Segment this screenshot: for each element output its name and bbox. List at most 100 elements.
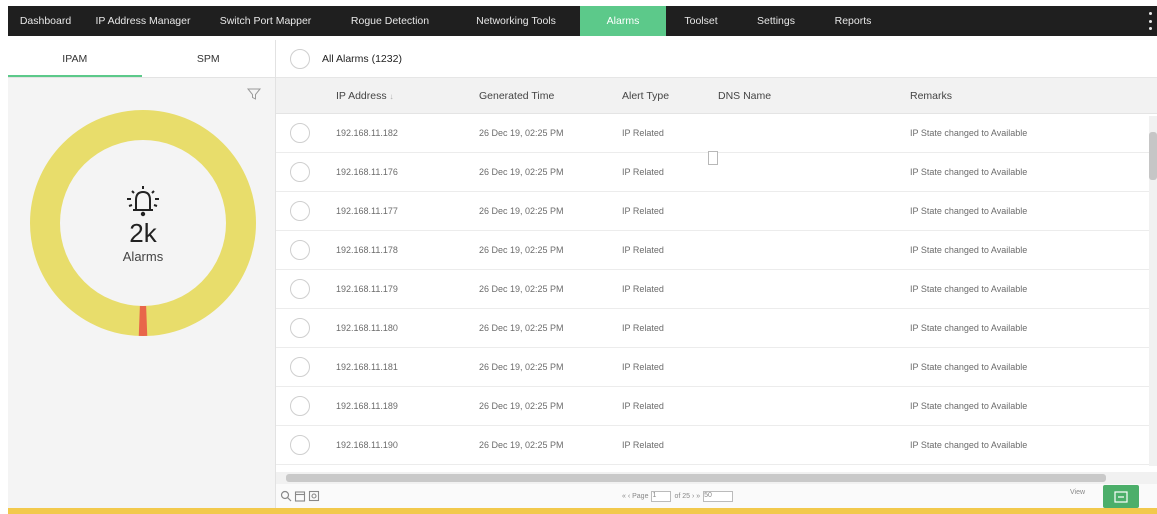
cell-alert-type: IP Related <box>622 323 664 333</box>
page-size-select[interactable]: 50 <box>703 490 734 502</box>
col-generated-time[interactable]: Generated Time <box>479 78 554 114</box>
donut-center: 2k Alarms <box>30 110 256 336</box>
table-row[interactable]: 192.168.11.177 26 Dec 19, 02:25 PM IP Rela… <box>276 192 1157 231</box>
table-row[interactable]: 192.168.11.179 26 Dec 19, 02:25 PM IP Rela… <box>276 270 1157 309</box>
table-footer: « ‹ Page 1 of 25 › » 50 View <box>276 484 1157 508</box>
cell-ip-address: 192.168.11.177 <box>336 206 398 216</box>
calendar-icon[interactable] <box>294 490 306 502</box>
row-select-radio[interactable] <box>290 318 310 338</box>
table-title-bar: All Alarms (1232) <box>276 40 1157 78</box>
nav-rogue-detection[interactable]: Rogue Detection <box>328 6 452 36</box>
vertical-scroll-thumb[interactable] <box>1149 132 1157 180</box>
export-button[interactable] <box>1103 485 1139 508</box>
bell-alert-icon <box>127 185 159 216</box>
left-panel: IPAM SPM 2k Alarms <box>8 40 276 508</box>
nav-ip-address-manager[interactable]: IP Address Manager <box>83 6 203 36</box>
search-icon[interactable] <box>280 490 292 502</box>
cell-remarks: IP State changed to Available <box>910 284 1028 294</box>
cell-alert-type: IP Related <box>622 128 664 138</box>
table-row[interactable]: 192.168.11.182 26 Dec 19, 02:25 PM IP Rela… <box>276 114 1157 153</box>
row-select-radio[interactable] <box>290 396 310 416</box>
cell-alert-type: IP Related <box>622 245 664 255</box>
cell-remarks: IP State changed to Available <box>910 401 1028 411</box>
cell-alert-type: IP Related <box>622 362 664 372</box>
tab-ipam[interactable]: IPAM <box>8 40 142 77</box>
cell-remarks: IP State changed to Available <box>910 362 1028 372</box>
col-alert-type[interactable]: Alert Type <box>622 78 669 114</box>
row-select-radio[interactable] <box>290 240 310 260</box>
row-select-radio[interactable] <box>290 162 310 182</box>
horizontal-scroll-thumb[interactable] <box>286 474 1106 482</box>
cell-alert-type: IP Related <box>622 284 664 294</box>
table-row[interactable]: 192.168.11.178 26 Dec 19, 02:25 PM IP Rela… <box>276 231 1157 270</box>
cell-remarks: IP State changed to Available <box>910 128 1028 138</box>
kebab-menu-icon[interactable] <box>1147 12 1153 30</box>
table-row[interactable]: 192.168.11.189 26 Dec 19, 02:25 PM IP Rela… <box>276 387 1157 426</box>
col-ip-address[interactable]: IP Address ↓ <box>336 78 394 115</box>
row-select-radio[interactable] <box>290 123 310 143</box>
bottom-accent-bar <box>8 508 1157 514</box>
cell-generated-time: 26 Dec 19, 02:25 PM <box>479 206 564 216</box>
cell-alert-type: IP Related <box>622 167 664 177</box>
filter-icon[interactable] <box>246 86 262 102</box>
cell-alert-type: IP Related <box>622 440 664 450</box>
view-records-text: View <box>1070 489 1086 496</box>
cell-generated-time: 26 Dec 19, 02:25 PM <box>479 401 564 411</box>
settings-icon[interactable] <box>308 490 320 502</box>
nav-dashboard[interactable]: Dashboard <box>8 6 83 36</box>
cell-ip-address: 192.168.11.181 <box>336 362 398 372</box>
row-select-radio[interactable] <box>290 279 310 299</box>
col-dns-name[interactable]: DNS Name <box>718 78 771 114</box>
row-select-radio[interactable] <box>290 201 310 221</box>
alarm-count: 2k <box>129 217 157 248</box>
cell-ip-address: 192.168.11.176 <box>336 167 398 177</box>
table-row[interactable]: 192.168.11.181 26 Dec 19, 02:25 PM IP Rela… <box>276 348 1157 387</box>
cell-remarks: IP State changed to Available <box>910 323 1028 333</box>
cell-remarks: IP State changed to Available <box>910 206 1028 216</box>
cell-remarks: IP State changed to Available <box>910 440 1028 450</box>
page-number-input[interactable]: 1 <box>651 490 672 502</box>
tab-spm[interactable]: SPM <box>142 40 276 77</box>
cell-generated-time: 26 Dec 19, 02:25 PM <box>479 167 564 177</box>
nav-toolset[interactable]: Toolset <box>666 6 736 36</box>
cell-ip-address: 192.168.11.180 <box>336 323 398 333</box>
export-icon <box>1114 490 1128 503</box>
nav-settings[interactable]: Settings <box>736 6 816 36</box>
pager-next[interactable]: of 25 › » <box>674 493 700 500</box>
cell-generated-time: 26 Dec 19, 02:25 PM <box>479 362 564 372</box>
cell-ip-address: 192.168.11.178 <box>336 245 398 255</box>
all-alarms-title: All Alarms (1232) <box>322 52 402 65</box>
alarm-count-label: Alarms <box>122 248 164 264</box>
cell-generated-time: 26 Dec 19, 02:25 PM <box>479 440 564 450</box>
nav-networking-tools[interactable]: Networking Tools <box>452 6 580 36</box>
cell-generated-time: 26 Dec 19, 02:25 PM <box>479 245 564 255</box>
select-all-radio[interactable] <box>290 48 310 69</box>
nav-switch-port-mapper[interactable]: Switch Port Mapper <box>203 6 328 36</box>
table-body: 192.168.11.182 26 Dec 19, 02:25 PM IP Rela… <box>276 114 1157 470</box>
nav-reports[interactable]: Reports <box>816 6 890 36</box>
alarms-table-panel: All Alarms (1232) IP Address ↓ Generated… <box>276 40 1157 508</box>
cell-generated-time: 26 Dec 19, 02:25 PM <box>479 323 564 333</box>
cell-ip-address: 192.168.11.182 <box>336 128 398 138</box>
cell-ip-address: 192.168.11.179 <box>336 284 398 294</box>
table-row[interactable]: 192.168.11.190 26 Dec 19, 02:25 PM IP Rela… <box>276 426 1157 465</box>
cell-generated-time: 26 Dec 19, 02:25 PM <box>479 128 564 138</box>
module-tabs: IPAM SPM <box>8 40 275 78</box>
table-row[interactable]: 192.168.11.180 26 Dec 19, 02:25 PM IP Rela… <box>276 309 1157 348</box>
row-select-radio[interactable] <box>290 357 310 377</box>
cell-remarks: IP State changed to Available <box>910 245 1028 255</box>
cell-alert-type: IP Related <box>622 206 664 216</box>
pagination: « ‹ Page 1 of 25 › » 50 <box>622 489 734 503</box>
horizontal-scrollbar[interactable] <box>276 472 1157 484</box>
col-remarks[interactable]: Remarks <box>910 78 952 114</box>
cell-remarks: IP State changed to Available <box>910 167 1028 177</box>
cell-ip-address: 192.168.11.189 <box>336 401 398 411</box>
cell-ip-address: 192.168.11.190 <box>336 440 398 450</box>
pager-prev[interactable]: « ‹ Page <box>622 493 648 500</box>
nav-alarms[interactable]: Alarms <box>580 6 666 36</box>
table-header: IP Address ↓ Generated Time Alert Type D… <box>276 78 1157 114</box>
row-select-radio[interactable] <box>290 435 310 455</box>
cell-alert-type: IP Related <box>622 401 664 411</box>
sort-arrow-icon[interactable]: ↓ <box>390 92 394 101</box>
top-nav: Dashboard IP Address Manager Switch Port… <box>8 6 1157 36</box>
